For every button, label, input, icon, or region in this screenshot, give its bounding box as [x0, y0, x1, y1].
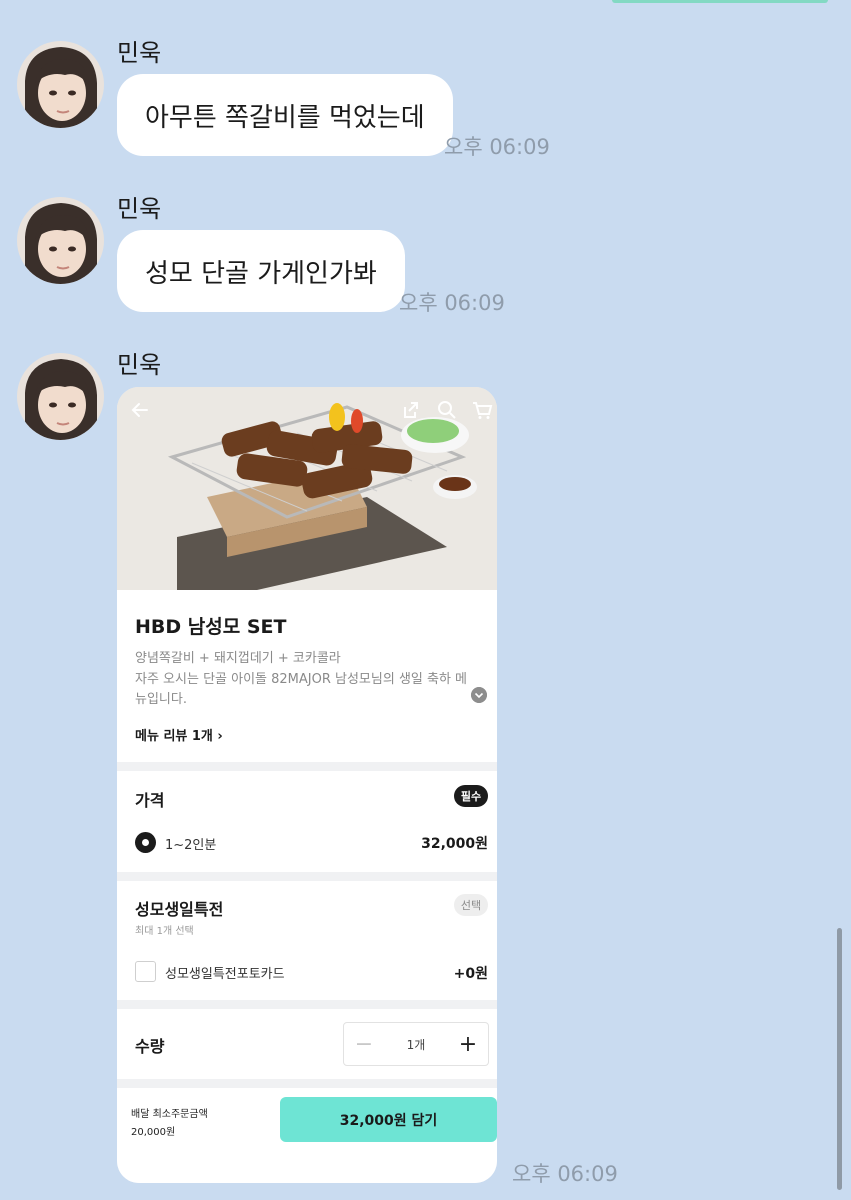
min-order-label: 배달 최소주문금액	[131, 1109, 208, 1120]
avatar[interactable]	[17, 197, 104, 284]
scrollbar[interactable]	[837, 928, 842, 1190]
menu-review-link[interactable]: 메뉴 리뷰 1개 ›	[135, 725, 223, 744]
required-badge: 필수	[454, 785, 488, 807]
option-label: 성모생일특전포토카드	[165, 967, 285, 982]
quantity-value: 1개	[406, 1037, 426, 1052]
product-name: HBD 남성모 SET	[135, 616, 287, 638]
cart-icon[interactable]	[471, 399, 493, 421]
price-radio[interactable]	[135, 832, 156, 853]
profile-photo	[17, 197, 104, 284]
section-subtitle: 최대 1개 선택	[135, 926, 194, 937]
product-desc: 뉴입니다.	[135, 692, 187, 707]
order-footer: 배달 최소주문금액 20,000원 32,000원 담기	[117, 1088, 497, 1183]
section-title: 가격	[135, 791, 165, 810]
product-info: HBD 남성모 SET 양념쪽갈비 + 돼지껍데기 + 코카콜라 자주 오시는 …	[117, 590, 497, 762]
message-time: 오후 06:09	[399, 291, 505, 315]
shared-image-card[interactable]: HBD 남성모 SET 양념쪽갈비 + 돼지껍데기 + 코카콜라 자주 오시는 …	[117, 387, 497, 1183]
optional-badge: 선택	[454, 894, 488, 916]
option-price: 32,000원	[421, 836, 488, 852]
chevron-down-icon[interactable]	[471, 687, 487, 703]
product-desc: 자주 오시는 단골 아이돌 82MAJOR 남성모님의 생일 축하 메	[135, 672, 468, 687]
quantity-section: 수량 − 1개 +	[117, 1009, 497, 1079]
sent-bubble-edge	[612, 0, 828, 3]
message-time: 오후 06:09	[444, 135, 550, 159]
search-icon[interactable]	[436, 399, 458, 421]
price-section: 가격 필수 1~2인분 32,000원	[117, 771, 497, 872]
photocard-checkbox[interactable]	[135, 961, 156, 982]
section-title: 성모생일특전	[135, 900, 224, 919]
quantity-label: 수량	[135, 1037, 165, 1056]
increment-button[interactable]: +	[448, 1023, 488, 1065]
sender-name: 민욱	[117, 351, 162, 379]
option-price: +0원	[453, 966, 488, 982]
avatar[interactable]	[17, 41, 104, 128]
decrement-button[interactable]: −	[344, 1023, 384, 1065]
option-label: 1~2인분	[165, 838, 217, 853]
special-section: 성모생일특전 선택 최대 1개 선택 성모생일특전포토카드 +0원	[117, 881, 497, 1000]
profile-photo	[17, 41, 104, 128]
quantity-stepper[interactable]: − 1개 +	[343, 1022, 489, 1066]
min-order-value: 20,000원	[131, 1127, 176, 1138]
product-desc: 양념쪽갈비 + 돼지껍데기 + 코카콜라	[135, 651, 341, 666]
back-arrow-icon[interactable]	[129, 399, 151, 421]
message-time: 오후 06:09	[512, 1162, 618, 1186]
product-photo	[117, 387, 497, 590]
message-bubble[interactable]: 아무튼 쪽갈비를 먹었는데	[117, 74, 453, 156]
message-bubble[interactable]: 성모 단골 가게인가봐	[117, 230, 405, 312]
sender-name: 민욱	[117, 195, 162, 223]
add-to-cart-button[interactable]: 32,000원 담기	[280, 1097, 497, 1142]
avatar[interactable]	[17, 353, 104, 440]
share-icon[interactable]	[399, 399, 421, 421]
sender-name: 민욱	[117, 39, 162, 67]
profile-photo	[17, 353, 104, 440]
